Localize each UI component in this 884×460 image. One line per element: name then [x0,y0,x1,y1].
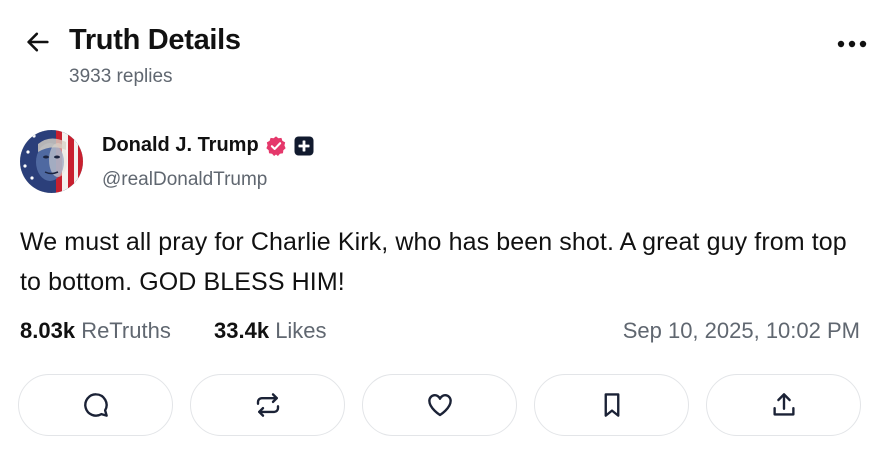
likes-count: 33.4k [214,318,270,343]
like-button[interactable] [362,374,517,436]
page-header: Truth Details 3933 replies [20,22,870,92]
arrow-left-icon [27,32,49,52]
avatar[interactable] [20,130,83,193]
bookmark-button[interactable] [534,374,689,436]
author-name-row: Donald J. Trump [102,134,314,157]
share-button[interactable] [706,374,861,436]
verified-badge-icon [265,135,287,157]
reply-button[interactable] [18,374,173,436]
post-author: Donald J. Trump @realDonaldTrump [20,128,620,198]
repost-icon [256,393,279,417]
avatar-image [20,130,83,193]
comment-icon [83,393,108,417]
share-icon [772,393,795,416]
more-options-button[interactable] [834,30,870,58]
retruths-count: 8.03k [20,318,76,343]
retruths-stat[interactable]: 8.03k ReTruths [20,318,171,344]
post-actions [18,374,863,438]
author-handle[interactable]: @realDonaldTrump [102,169,267,191]
back-button[interactable] [22,26,54,58]
retruth-button[interactable] [190,374,345,436]
likes-label: Likes [275,318,327,343]
post-stats: 8.03k ReTruths 33.4k Likes Sep 10, 2025,… [20,318,860,348]
post-timestamp: Sep 10, 2025, 10:02 PM [622,318,860,343]
page-title: Truth Details [69,24,241,56]
post-text: We must all pray for Charlie Kirk, who h… [20,228,847,296]
more-horizontal-icon [837,40,867,48]
reply-count: 3933 replies [69,66,173,87]
bookmark-icon [604,393,619,417]
author-name[interactable]: Donald J. Trump [102,134,259,157]
likes-stat[interactable]: 33.4k Likes [214,318,327,344]
retruths-label: ReTruths [81,318,171,343]
heart-icon [427,394,452,417]
plus-badge-icon [294,136,314,156]
